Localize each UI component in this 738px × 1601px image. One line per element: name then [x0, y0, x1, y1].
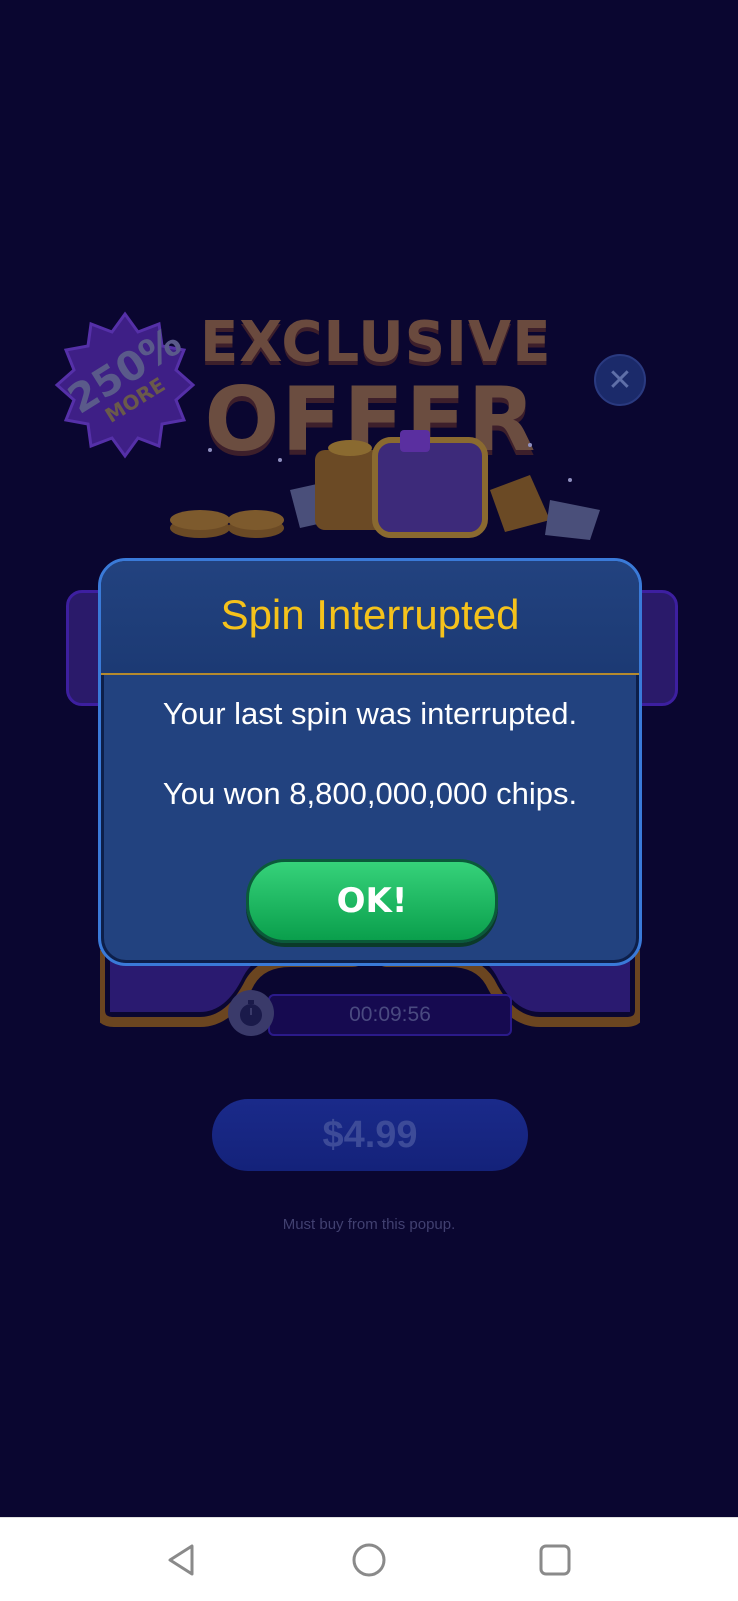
screen-background: 250% MORE EXCLUSIVE OFFER ✕ 00:09:56 $4.… [0, 0, 738, 1517]
buy-price-button[interactable]: $4.99 [212, 1099, 528, 1171]
close-button[interactable]: ✕ [594, 354, 646, 406]
offer-timer: 00:09:56 [228, 990, 513, 1036]
purchase-note: Must buy from this popup. [282, 1216, 456, 1233]
system-navigation-bar [0, 1517, 738, 1601]
close-icon: ✕ [607, 362, 633, 398]
offer-title-exclusive: EXCLUSIVE [200, 310, 552, 375]
stopwatch-icon [228, 990, 274, 1036]
ok-button[interactable]: OK! [246, 859, 498, 943]
dialog-header: Spin Interrupted [101, 561, 639, 675]
dialog-title: Spin Interrupted [220, 591, 520, 638]
timer-text: 00:09:56 [268, 994, 512, 1036]
home-icon[interactable] [347, 1538, 391, 1582]
recents-icon[interactable] [533, 1538, 577, 1582]
dialog-message-winnings: You won 8,800,000,000 chips. [162, 776, 578, 811]
back-icon[interactable] [160, 1538, 204, 1582]
spin-interrupted-dialog: Spin Interrupted Your last spin was inte… [98, 558, 642, 966]
treasure-chest-image [130, 420, 610, 575]
dialog-message-interrupted: Your last spin was interrupted. [162, 696, 578, 731]
